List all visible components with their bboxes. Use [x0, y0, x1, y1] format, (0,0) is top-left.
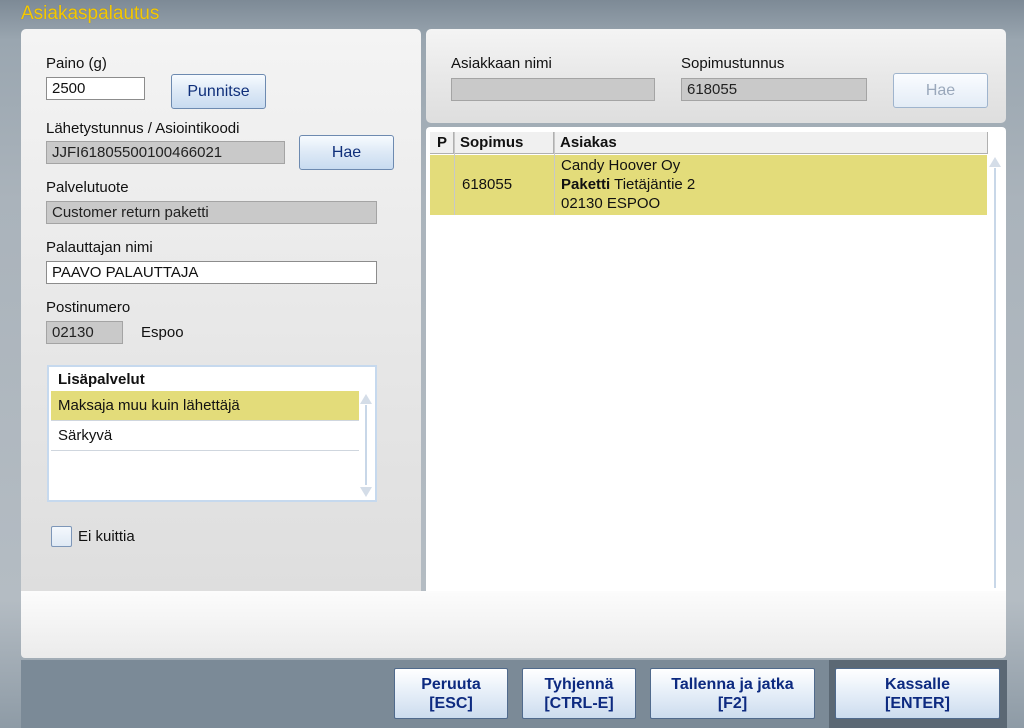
row-customer-name: Candy Hoover Oy [561, 157, 681, 174]
weigh-button[interactable]: Punnitse [171, 74, 266, 109]
column-divider [454, 132, 455, 215]
weight-input[interactable]: 2500 [46, 77, 145, 100]
save-and-continue-shortcut: [F2] [717, 694, 748, 712]
extra-services-list[interactable]: Lisäpalvelut Maksaja muu kuin lähettäjä … [47, 365, 377, 502]
extra-service-item-fragile[interactable]: Särkyvä [51, 421, 359, 451]
returner-name-label: Palauttajan nimi [46, 239, 153, 256]
service-product-field: Customer return paketti [46, 201, 377, 224]
results-scroll-up-icon[interactable] [989, 157, 1001, 167]
clear-button-shortcut: [CTRL-E] [544, 694, 614, 712]
returner-name-input[interactable]: PAAVO PALAUTTAJA [46, 261, 377, 284]
contract-id-input[interactable]: 618055 [681, 78, 867, 101]
cancel-button[interactable]: Peruuta [ESC] [394, 668, 508, 719]
results-table: P Sopimus Asiakas 618055 Candy Hoover Oy… [426, 127, 1006, 593]
row-customer-address: Paketti Tietäjäntie 2 [561, 175, 695, 194]
to-checkout-label: Kassalle [885, 675, 950, 693]
customer-name-label: Asiakkaan nimi [451, 55, 552, 72]
contract-id-label: Sopimustunnus [681, 55, 785, 72]
clear-button[interactable]: Tyhjennä [CTRL-E] [522, 668, 636, 719]
scroll-up-icon[interactable] [360, 394, 372, 404]
results-scroll-track [994, 168, 996, 588]
customer-name-input[interactable] [451, 78, 655, 101]
row-postal: 02130 ESPOO [561, 195, 661, 212]
no-receipt-checkbox[interactable] [51, 526, 72, 547]
cancel-button-label: Peruuta [421, 675, 481, 693]
extra-services-scrollbar[interactable] [359, 391, 373, 499]
scroll-track [365, 405, 367, 485]
save-and-continue-label: Tallenna ja jatka [671, 675, 794, 693]
row-street: Tietäjäntie 2 [614, 176, 696, 193]
extra-service-item-payer[interactable]: Maksaja muu kuin lähettäjä [51, 391, 359, 421]
clear-button-label: Tyhjennä [544, 675, 614, 693]
window-title: Asiakaspalautus [21, 3, 160, 24]
to-checkout-shortcut: [ENTER] [885, 694, 950, 712]
column-divider [554, 132, 555, 215]
row-product: Paketti [561, 176, 611, 193]
service-product-label: Palvelutuote [46, 179, 129, 196]
table-row[interactable]: 618055 Candy Hoover Oy Paketti Tietäjänt… [430, 155, 987, 215]
no-receipt-label: Ei kuittia [78, 528, 135, 545]
cancel-button-shortcut: [ESC] [429, 694, 473, 712]
extra-services-header: Lisäpalvelut [58, 371, 145, 388]
tracking-code-field: JJFI61805500100466021 [46, 141, 285, 164]
column-header-customer[interactable]: Asiakas [554, 132, 988, 154]
postcode-label: Postinumero [46, 299, 131, 316]
customer-search-button[interactable]: Hae [893, 73, 988, 108]
message-area [21, 591, 1006, 658]
postcode-field: 02130 [46, 321, 123, 344]
weight-label: Paino (g) [46, 55, 107, 72]
save-and-continue-button[interactable]: Tallenna ja jatka [F2] [650, 668, 815, 719]
row-contract-cell: 618055 [462, 176, 513, 193]
scroll-down-icon[interactable] [360, 487, 372, 497]
city-label: Espoo [141, 324, 184, 341]
column-header-p[interactable]: P [430, 132, 454, 154]
fetch-shipment-button[interactable]: Hae [299, 135, 394, 170]
results-scrollbar[interactable] [988, 154, 1002, 592]
tracking-code-label: Lähetystunnus / Asiointikoodi [46, 120, 240, 137]
to-checkout-button[interactable]: Kassalle [ENTER] [835, 668, 1000, 719]
column-header-contract[interactable]: Sopimus [454, 132, 554, 154]
